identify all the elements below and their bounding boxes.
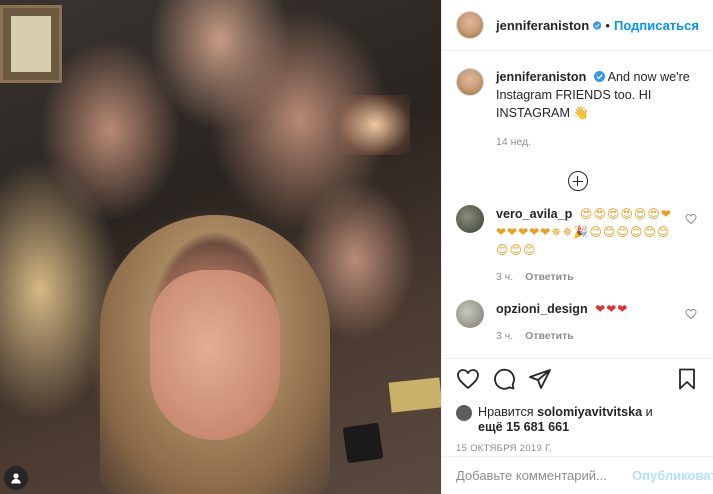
likes-text: Нравится solomiyavitvitska и ещё 15 681 … bbox=[478, 405, 653, 435]
load-more-comments-button[interactable] bbox=[456, 171, 699, 191]
comment-input[interactable] bbox=[456, 468, 632, 483]
comment-text: ❤❤❤ bbox=[595, 302, 629, 316]
caption-body: jenniferaniston And now we're Instagram … bbox=[496, 68, 696, 151]
header-separator: • bbox=[605, 17, 610, 33]
caption-verified-badge-icon bbox=[593, 71, 605, 82]
like-heart-icon[interactable] bbox=[456, 367, 480, 391]
liker-username[interactable]: solomiyavitvitska bbox=[537, 405, 642, 419]
author-avatar[interactable] bbox=[456, 11, 484, 39]
comment-username[interactable]: opzioni_design bbox=[496, 302, 588, 316]
comment-body: opzioni_design ❤❤❤ 3 ч. Ответить bbox=[496, 300, 680, 345]
action-icons-row bbox=[456, 367, 699, 391]
post-actions: Нравится solomiyavitvitska и ещё 15 681 … bbox=[442, 358, 713, 458]
caption: jenniferaniston And now we're Instagram … bbox=[456, 68, 699, 151]
comments-list[interactable]: jenniferaniston And now we're Instagram … bbox=[442, 52, 713, 358]
comment-item: opzioni_design ❤❤❤ 3 ч. Ответить bbox=[456, 300, 699, 345]
caption-author-avatar[interactable] bbox=[456, 68, 484, 96]
publish-comment-button[interactable]: Опубликовать bbox=[632, 468, 713, 483]
comment-timestamp[interactable]: 3 ч. bbox=[496, 271, 513, 283]
post-side-panel: jenniferaniston • Подписаться jenniferan… bbox=[441, 0, 713, 494]
background-lamp bbox=[340, 95, 410, 155]
liker-avatar[interactable] bbox=[456, 405, 472, 421]
photo-person-face bbox=[150, 270, 280, 440]
tagged-users-button[interactable] bbox=[4, 466, 28, 490]
comment-meta: 3 ч. Ответить bbox=[496, 268, 680, 286]
comment-bubble-icon[interactable] bbox=[492, 367, 516, 391]
comment-item: vero_avila_p 😍😍😍😍😍😍❤❤❤❤❤❤✵✵🎉😊😊😊😊😊😊😊😊😊 3 … bbox=[456, 205, 699, 286]
caption-username[interactable]: jenniferaniston bbox=[496, 70, 586, 84]
likes-summary: Нравится solomiyavitvitska и ещё 15 681 … bbox=[456, 405, 699, 435]
commenter-avatar[interactable] bbox=[456, 300, 484, 328]
user-icon bbox=[11, 473, 21, 484]
commenter-avatar[interactable] bbox=[456, 205, 484, 233]
comment-like-heart-icon[interactable] bbox=[685, 213, 697, 225]
reply-button[interactable]: Ответить bbox=[525, 330, 574, 342]
comment-timestamp[interactable]: 3 ч. bbox=[496, 330, 513, 342]
caption-timestamp[interactable]: 14 нед. bbox=[496, 133, 696, 151]
post-photo[interactable] bbox=[0, 0, 441, 494]
follow-button[interactable]: Подписаться bbox=[614, 18, 699, 33]
save-bookmark-icon[interactable] bbox=[675, 367, 699, 391]
likes-and: и bbox=[645, 405, 653, 419]
photo-table-phone bbox=[342, 422, 384, 464]
comment-like-heart-icon[interactable] bbox=[685, 308, 697, 320]
post-date[interactable]: 15 ОКТЯБРЯ 2019 Г. bbox=[456, 443, 699, 454]
reply-button[interactable]: Ответить bbox=[525, 271, 574, 283]
add-comment-bar: Опубликовать bbox=[442, 456, 713, 494]
background-picture-frame bbox=[0, 5, 62, 83]
comment-username[interactable]: vero_avila_p bbox=[496, 207, 572, 221]
likes-count-link[interactable]: ещё 15 681 661 bbox=[478, 420, 569, 434]
likes-prefix: Нравится bbox=[478, 405, 534, 419]
photo-table-book bbox=[388, 377, 441, 413]
plus-circle-icon bbox=[567, 171, 588, 191]
comment-meta: 3 ч. Ответить bbox=[496, 327, 680, 345]
author-username[interactable]: jenniferaniston bbox=[496, 18, 589, 33]
comment-body: vero_avila_p 😍😍😍😍😍😍❤❤❤❤❤❤✵✵🎉😊😊😊😊😊😊😊😊😊 3 … bbox=[496, 205, 680, 286]
post-header: jenniferaniston • Подписаться bbox=[442, 0, 713, 51]
share-paper-plane-icon[interactable] bbox=[528, 367, 552, 391]
verified-badge-icon bbox=[593, 20, 602, 30]
